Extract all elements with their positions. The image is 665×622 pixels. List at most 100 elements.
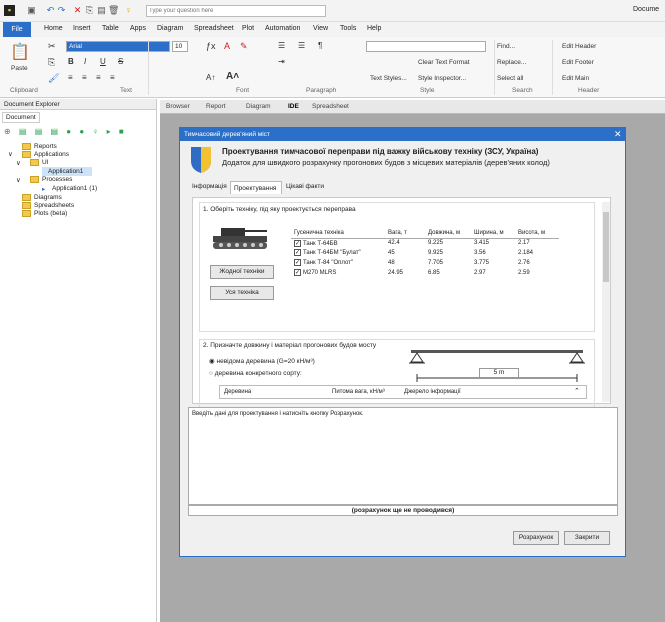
edit-header-button[interactable]: Edit Header <box>562 43 596 50</box>
explorer-toolbar[interactable]: ⊕ ▤ ▤ ▤ ● ● ♀ ▸ ■ <box>4 127 127 136</box>
underline-button[interactable]: U <box>100 57 106 66</box>
tab-browser[interactable]: Browser <box>166 103 190 110</box>
tree-application1[interactable]: Application1 <box>48 168 83 175</box>
font-grow-icon[interactable]: A↑ <box>206 73 215 82</box>
col-tech: Гусенична техніка <box>294 229 344 236</box>
ribbon: 📋 Paste ✂ ⎘ 🖌 Arial 10 B I U S ≡ ≡ ≡ ≡ ƒ… <box>0 37 665 98</box>
bold-button[interactable]: B <box>68 57 74 66</box>
question-search-input[interactable] <box>146 5 326 17</box>
numbering-icon[interactable]: ☰ <box>298 41 305 50</box>
select-all-tech-button[interactable]: Уся техніка <box>210 286 274 300</box>
table-row[interactable]: ✓ M270 MLRS 24.95 6.85 2.97 2.59 <box>291 268 559 278</box>
edit-main-button[interactable]: Edit Main <box>562 75 589 82</box>
tab-diagram[interactable]: Diagram <box>246 103 271 110</box>
tab-spreadsheet[interactable]: Spreadsheet <box>312 103 349 110</box>
file-tab[interactable]: File <box>3 22 31 37</box>
align-center-icon[interactable]: ≡ <box>82 73 87 82</box>
row-checkbox[interactable]: ✓ <box>294 259 301 267</box>
tab-info[interactable]: Інформація <box>192 183 227 190</box>
copy-icon[interactable]: ⎘ <box>48 57 55 68</box>
font-name-select[interactable]: Arial <box>66 41 170 52</box>
highlight-icon[interactable]: ✎ <box>240 41 248 52</box>
menu-home[interactable]: Home <box>44 25 63 32</box>
close-button[interactable]: Закрити <box>564 531 610 545</box>
pilcrow-icon[interactable]: ¶ <box>318 41 322 50</box>
strikethrough-button[interactable]: S <box>118 57 123 66</box>
scroll-up-icon[interactable]: ⌃ <box>574 387 580 395</box>
tab-document[interactable]: Document <box>2 112 40 123</box>
redo-icon[interactable]: ↷ <box>56 5 67 16</box>
app-logo-icon: ▪ <box>4 5 15 16</box>
align-right-icon[interactable]: ≡ <box>96 73 101 82</box>
font-size-select[interactable]: 10 <box>172 41 188 52</box>
replace-button[interactable]: Replace... <box>497 59 526 66</box>
font-shrink-icon[interactable]: A˄ <box>226 71 239 82</box>
tree-process-app[interactable]: Application1 (1) <box>52 185 97 192</box>
row-checkbox[interactable]: ✓ <box>294 239 301 247</box>
tree-spreadsheets[interactable]: Spreadsheets <box>34 202 74 209</box>
table-row[interactable]: ✓ Танк Т-64БВ 42.4 9.225 3.415 2.17 <box>291 238 559 248</box>
table-row[interactable]: ✓ Танк Т-64БМ "Булат" 45 9.925 3.56 2.184 <box>291 248 559 258</box>
calculate-button[interactable]: Розрахунок <box>513 531 559 545</box>
font-color-icon[interactable]: A <box>224 41 230 51</box>
menu-apps[interactable]: Apps <box>130 25 146 32</box>
tree-applications[interactable]: Applications <box>34 151 69 158</box>
row-checkbox[interactable]: ✓ <box>294 269 301 277</box>
table-row[interactable]: ✓ Танк Т-84 "Оплот" 48 7.705 3.775 2.76 <box>291 258 559 268</box>
function-icon[interactable]: ƒx <box>206 41 216 51</box>
cut-icon[interactable]: ✕ <box>72 5 83 16</box>
tab-facts[interactable]: Цікаві факти <box>286 183 324 190</box>
tab-report[interactable]: Report <box>206 103 226 110</box>
save-icon[interactable]: ▣ <box>26 5 37 16</box>
dialog-close-icon[interactable]: ✕ <box>614 129 622 140</box>
delete-icon[interactable]: 🗑 <box>108 5 119 16</box>
tree-diagrams[interactable]: Diagrams <box>34 194 62 201</box>
menu-help[interactable]: Help <box>367 25 381 32</box>
align-left-icon[interactable]: ≡ <box>68 73 73 82</box>
panel-scrollbar[interactable] <box>602 202 610 402</box>
edit-footer-button[interactable]: Edit Footer <box>562 59 594 66</box>
menu-bar: Home Insert Table Apps Diagram Spreadshe… <box>0 22 665 37</box>
menu-tools[interactable]: Tools <box>340 25 356 32</box>
find-button[interactable]: Find... <box>497 43 515 50</box>
italic-button[interactable]: I <box>84 57 86 66</box>
select-none-button[interactable]: Жодної техніки <box>210 265 274 279</box>
clear-format-button[interactable]: Clear Text Format <box>418 59 470 66</box>
cut-icon[interactable]: ✂ <box>48 41 56 52</box>
menu-view[interactable]: View <box>313 25 328 32</box>
paste-icon[interactable]: ▤ <box>96 5 107 16</box>
menu-insert[interactable]: Insert <box>73 25 91 32</box>
paste-button[interactable]: Paste <box>11 65 28 72</box>
style-inspector-button[interactable]: Style Inspector... <box>418 75 466 82</box>
section2-label: 2. Призначте довжину і матеріал прогонов… <box>203 342 377 349</box>
menu-automation[interactable]: Automation <box>265 25 300 32</box>
tab-ide[interactable]: IDE <box>288 103 299 110</box>
menu-table[interactable]: Table <box>102 25 119 32</box>
radio-specific-wood[interactable]: ○ деревина конкретного сорту: <box>209 370 302 377</box>
span-length-label[interactable]: 5 m <box>479 368 519 378</box>
row-checkbox[interactable]: ✓ <box>294 249 301 257</box>
justify-icon[interactable]: ≡ <box>110 73 115 82</box>
tree-processes[interactable]: Processes <box>42 176 72 183</box>
tree-plots[interactable]: Plots (beta) <box>34 210 67 217</box>
log-output[interactable]: Введіть дані для проектування і натисніт… <box>188 407 618 505</box>
tab-design[interactable]: Проектування <box>230 181 282 194</box>
style-select[interactable] <box>366 41 486 52</box>
text-styles-button[interactable]: Text Styles... <box>370 75 407 82</box>
menu-diagram[interactable]: Diagram <box>157 25 183 32</box>
undo-icon[interactable]: ↶ <box>45 5 56 16</box>
bullets-icon[interactable]: ☰ <box>278 41 285 50</box>
format-painter-icon[interactable]: 🖌 <box>48 73 59 84</box>
dialog-heading: Проектування тимчасової переправи під ва… <box>222 147 539 156</box>
col-density: Питома вага, кН/м³ <box>332 389 385 395</box>
tree-ui[interactable]: UI <box>42 159 49 166</box>
radio-unknown-wood[interactable]: ◉ невідома деревина (G=20 кН/м³) <box>209 357 315 365</box>
tree-reports[interactable]: Reports <box>34 143 57 150</box>
copy-icon[interactable]: ⎘ <box>84 5 95 16</box>
bulb-icon[interactable]: ♀ <box>123 5 134 16</box>
group-paragraph-label: Paragraph <box>306 87 337 94</box>
indent-icon[interactable]: ⇥ <box>278 57 285 66</box>
menu-plot[interactable]: Plot <box>242 25 254 32</box>
select-all-button[interactable]: Select all <box>497 75 523 82</box>
menu-spreadsheet[interactable]: Spreadsheet <box>194 25 234 32</box>
